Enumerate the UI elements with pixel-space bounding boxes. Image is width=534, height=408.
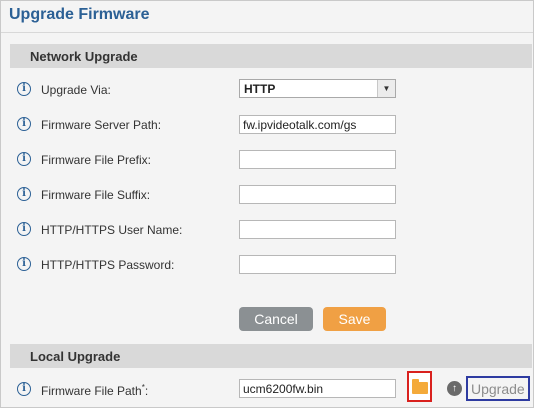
upgrade-button[interactable]: Upgrade — [466, 376, 530, 401]
info-icon[interactable]: i — [17, 152, 31, 166]
browse-button[interactable] — [407, 371, 432, 402]
firmware-file-prefix-input[interactable] — [239, 150, 396, 169]
firmware-file-path-text: Firmware File Path — [41, 384, 142, 398]
title-divider — [1, 32, 533, 33]
firmware-file-suffix-label: Firmware File Suffix: — [41, 188, 151, 202]
firmware-file-prefix-label: Firmware File Prefix: — [41, 153, 152, 167]
upgrade-via-label: Upgrade Via: — [41, 83, 111, 97]
http-password-label: HTTP/HTTPS Password: — [41, 258, 175, 272]
http-password-input[interactable] — [239, 255, 396, 274]
firmware-server-path-label: Firmware Server Path: — [41, 118, 162, 132]
info-icon[interactable]: i — [17, 117, 31, 131]
info-icon[interactable]: i — [17, 257, 31, 271]
folder-icon — [412, 379, 428, 394]
section-title: Local Upgrade — [30, 349, 121, 364]
firmware-file-path-input[interactable] — [239, 379, 396, 398]
upgrade-via-select[interactable]: HTTP ▼ — [239, 79, 396, 98]
upgrade-via-value: HTTP — [244, 82, 276, 96]
page-title: Upgrade Firmware — [9, 6, 150, 23]
network-upgrade-header: Network Upgrade — [10, 44, 532, 68]
upgrade-firmware-panel: Upgrade Firmware Network Upgrade i Upgra… — [0, 0, 534, 408]
firmware-server-path-input[interactable] — [239, 115, 396, 134]
info-icon[interactable]: i — [17, 187, 31, 201]
info-icon[interactable]: i — [17, 82, 31, 96]
info-icon[interactable]: i — [17, 382, 31, 396]
dropdown-arrow-icon[interactable]: ▼ — [377, 80, 395, 97]
save-button[interactable]: Save — [323, 307, 386, 331]
firmware-file-suffix-input[interactable] — [239, 185, 396, 204]
label-colon: : — [144, 384, 149, 398]
arrow-up-circle-icon[interactable]: ↑ — [447, 381, 462, 396]
local-upgrade-header: Local Upgrade — [10, 344, 532, 368]
cancel-button[interactable]: Cancel — [239, 307, 313, 331]
http-user-name-input[interactable] — [239, 220, 396, 239]
firmware-file-path-label: Firmware File Path*: — [41, 383, 148, 398]
http-user-name-label: HTTP/HTTPS User Name: — [41, 223, 183, 237]
section-title: Network Upgrade — [30, 49, 138, 64]
info-icon[interactable]: i — [17, 222, 31, 236]
upgrade-link-label: Upgrade — [471, 381, 525, 397]
